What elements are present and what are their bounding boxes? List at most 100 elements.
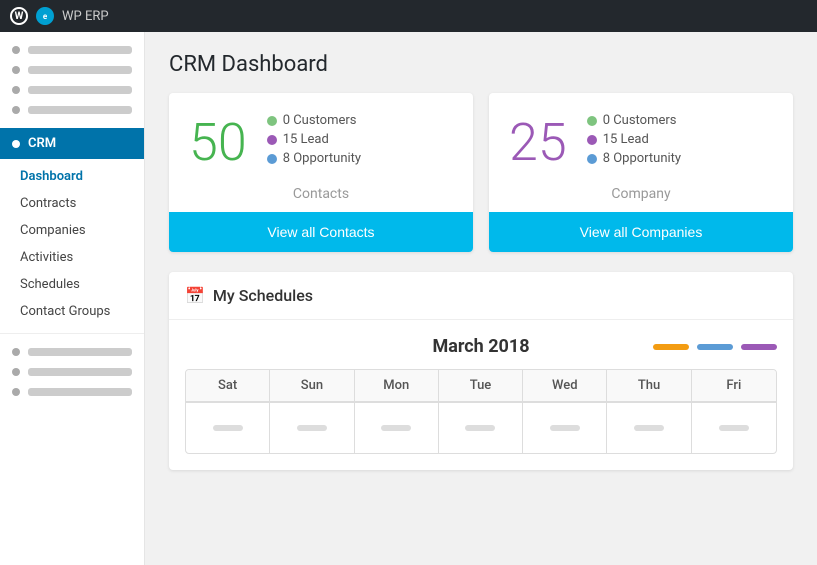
sidebar-item-companies[interactable]: Companies (0, 217, 144, 244)
legend-orange-icon (653, 344, 689, 350)
sidebar-line (28, 368, 132, 376)
cal-header-fri: Fri (692, 370, 776, 401)
sidebar: CRM Dashboard Contracts Companies Activi… (0, 32, 145, 565)
sidebar-dot-icon (12, 106, 20, 114)
company-card: 25 0 Customers 15 Lead 8 O (489, 93, 793, 252)
cal-cell-wed (523, 403, 607, 453)
sidebar-line (28, 388, 132, 396)
sidebar-generic-item (0, 60, 144, 80)
sidebar-crm-item[interactable]: CRM (0, 128, 144, 159)
cal-header-sat: Sat (186, 370, 270, 401)
sidebar-line (28, 66, 132, 74)
sidebar-generic-item (0, 100, 144, 120)
main-content: CRM Dashboard 50 0 Customers (145, 32, 817, 565)
cal-dash (719, 425, 749, 431)
company-stat-customers: 0 Customers (587, 113, 773, 128)
sidebar-dot-icon (12, 66, 20, 74)
cal-dash (297, 425, 327, 431)
contacts-card-body: 50 0 Customers 15 Lead 8 O (169, 93, 473, 186)
cal-cell-sun (270, 403, 354, 453)
sidebar-line (28, 348, 132, 356)
stat-blue-dot-icon (587, 154, 597, 164)
company-card-body: 25 0 Customers 15 Lead 8 O (489, 93, 793, 186)
cal-cell-thu (607, 403, 691, 453)
company-card-label: Company (489, 186, 793, 212)
contacts-stat-opportunity: 8 Opportunity (267, 151, 453, 166)
contacts-stat-lead: 15 Lead (267, 132, 453, 147)
calendar-grid: Sat Sun Mon Tue Wed Thu Fri (185, 369, 777, 454)
cal-header-mon: Mon (355, 370, 439, 401)
contacts-card: 50 0 Customers 15 Lead 8 O (169, 93, 473, 252)
cal-dash (213, 425, 243, 431)
sidebar-dot-icon (12, 46, 20, 54)
cal-header-tue: Tue (439, 370, 523, 401)
sidebar-generic-item (0, 80, 144, 100)
sidebar-line (28, 46, 132, 54)
sidebar-generic-menu (0, 32, 144, 128)
layout: CRM Dashboard Contracts Companies Activi… (0, 32, 817, 565)
sidebar-item-dashboard[interactable]: Dashboard (0, 163, 144, 190)
cal-dash (381, 425, 411, 431)
cal-header-wed: Wed (523, 370, 607, 401)
top-bar: W e WP ERP (0, 0, 817, 32)
contacts-number: 50 (189, 117, 247, 169)
contacts-stat-customers-label: 0 Customers (283, 113, 357, 128)
calendar-data-row (186, 402, 776, 453)
calendar-header-row: Sat Sun Mon Tue Wed Thu Fri (186, 370, 776, 402)
cal-cell-mon (355, 403, 439, 453)
company-stat-opportunity-label: 8 Opportunity (603, 151, 681, 166)
view-all-contacts-button[interactable]: View all Contacts (169, 212, 473, 252)
stat-green-dot-icon (267, 116, 277, 126)
sidebar-bottom-item (0, 342, 144, 362)
sidebar-bottom-items (0, 333, 144, 410)
sidebar-line (28, 106, 132, 114)
contacts-stat-lead-label: 15 Lead (283, 132, 329, 147)
sidebar-bottom-item (0, 362, 144, 382)
cal-dash (465, 425, 495, 431)
stat-purple-dot-icon (587, 135, 597, 145)
cal-cell-tue (439, 403, 523, 453)
sidebar-item-activities[interactable]: Activities (0, 244, 144, 271)
stat-blue-dot-icon (267, 154, 277, 164)
company-stats: 0 Customers 15 Lead 8 Opportunity (587, 113, 773, 170)
sidebar-bottom-item (0, 382, 144, 402)
company-number: 25 (509, 117, 567, 169)
calendar-month-year: March 2018 (432, 336, 529, 357)
stat-purple-dot-icon (267, 135, 277, 145)
sidebar-item-contact-groups[interactable]: Contact Groups (0, 298, 144, 325)
cal-dash (634, 425, 664, 431)
page-title: CRM Dashboard (169, 52, 793, 77)
stat-green-dot-icon (587, 116, 597, 126)
company-stat-lead-label: 15 Lead (603, 132, 649, 147)
view-all-companies-button[interactable]: View all Companies (489, 212, 793, 252)
schedules-title: My Schedules (213, 286, 313, 305)
schedules-header: 📅 My Schedules (169, 272, 793, 320)
sidebar-dot-icon (12, 388, 20, 396)
sidebar-dot-icon (12, 348, 20, 356)
schedules-section: 📅 My Schedules March 2018 Sat Su (169, 272, 793, 470)
contacts-card-label: Contacts (169, 186, 473, 212)
sidebar-item-contracts[interactable]: Contracts (0, 190, 144, 217)
contacts-stat-customers: 0 Customers (267, 113, 453, 128)
calendar-body: March 2018 Sat Sun Mon Tue Wed Thu (169, 320, 793, 470)
cal-header-sun: Sun (270, 370, 354, 401)
contacts-stats: 0 Customers 15 Lead 8 Opportunity (267, 113, 453, 170)
sidebar-dot-icon (12, 368, 20, 376)
wp-logo-icon: W (10, 7, 28, 25)
sidebar-line (28, 86, 132, 94)
company-stat-lead: 15 Lead (587, 132, 773, 147)
sidebar-dot-icon (12, 86, 20, 94)
company-stat-customers-label: 0 Customers (603, 113, 677, 128)
cards-row: 50 0 Customers 15 Lead 8 O (169, 93, 793, 252)
sidebar-generic-item (0, 40, 144, 60)
sidebar-crm-label: CRM (28, 136, 56, 151)
sidebar-crm-dot-icon (12, 140, 20, 148)
contacts-stat-opportunity-label: 8 Opportunity (283, 151, 361, 166)
sidebar-item-schedules[interactable]: Schedules (0, 271, 144, 298)
sidebar-nav: Dashboard Contracts Companies Activities… (0, 159, 144, 329)
cal-cell-fri (692, 403, 776, 453)
calendar-icon: 📅 (185, 286, 205, 305)
legend-purple-icon (741, 344, 777, 350)
legend-blue-icon (697, 344, 733, 350)
erp-logo-icon: e (36, 7, 54, 25)
